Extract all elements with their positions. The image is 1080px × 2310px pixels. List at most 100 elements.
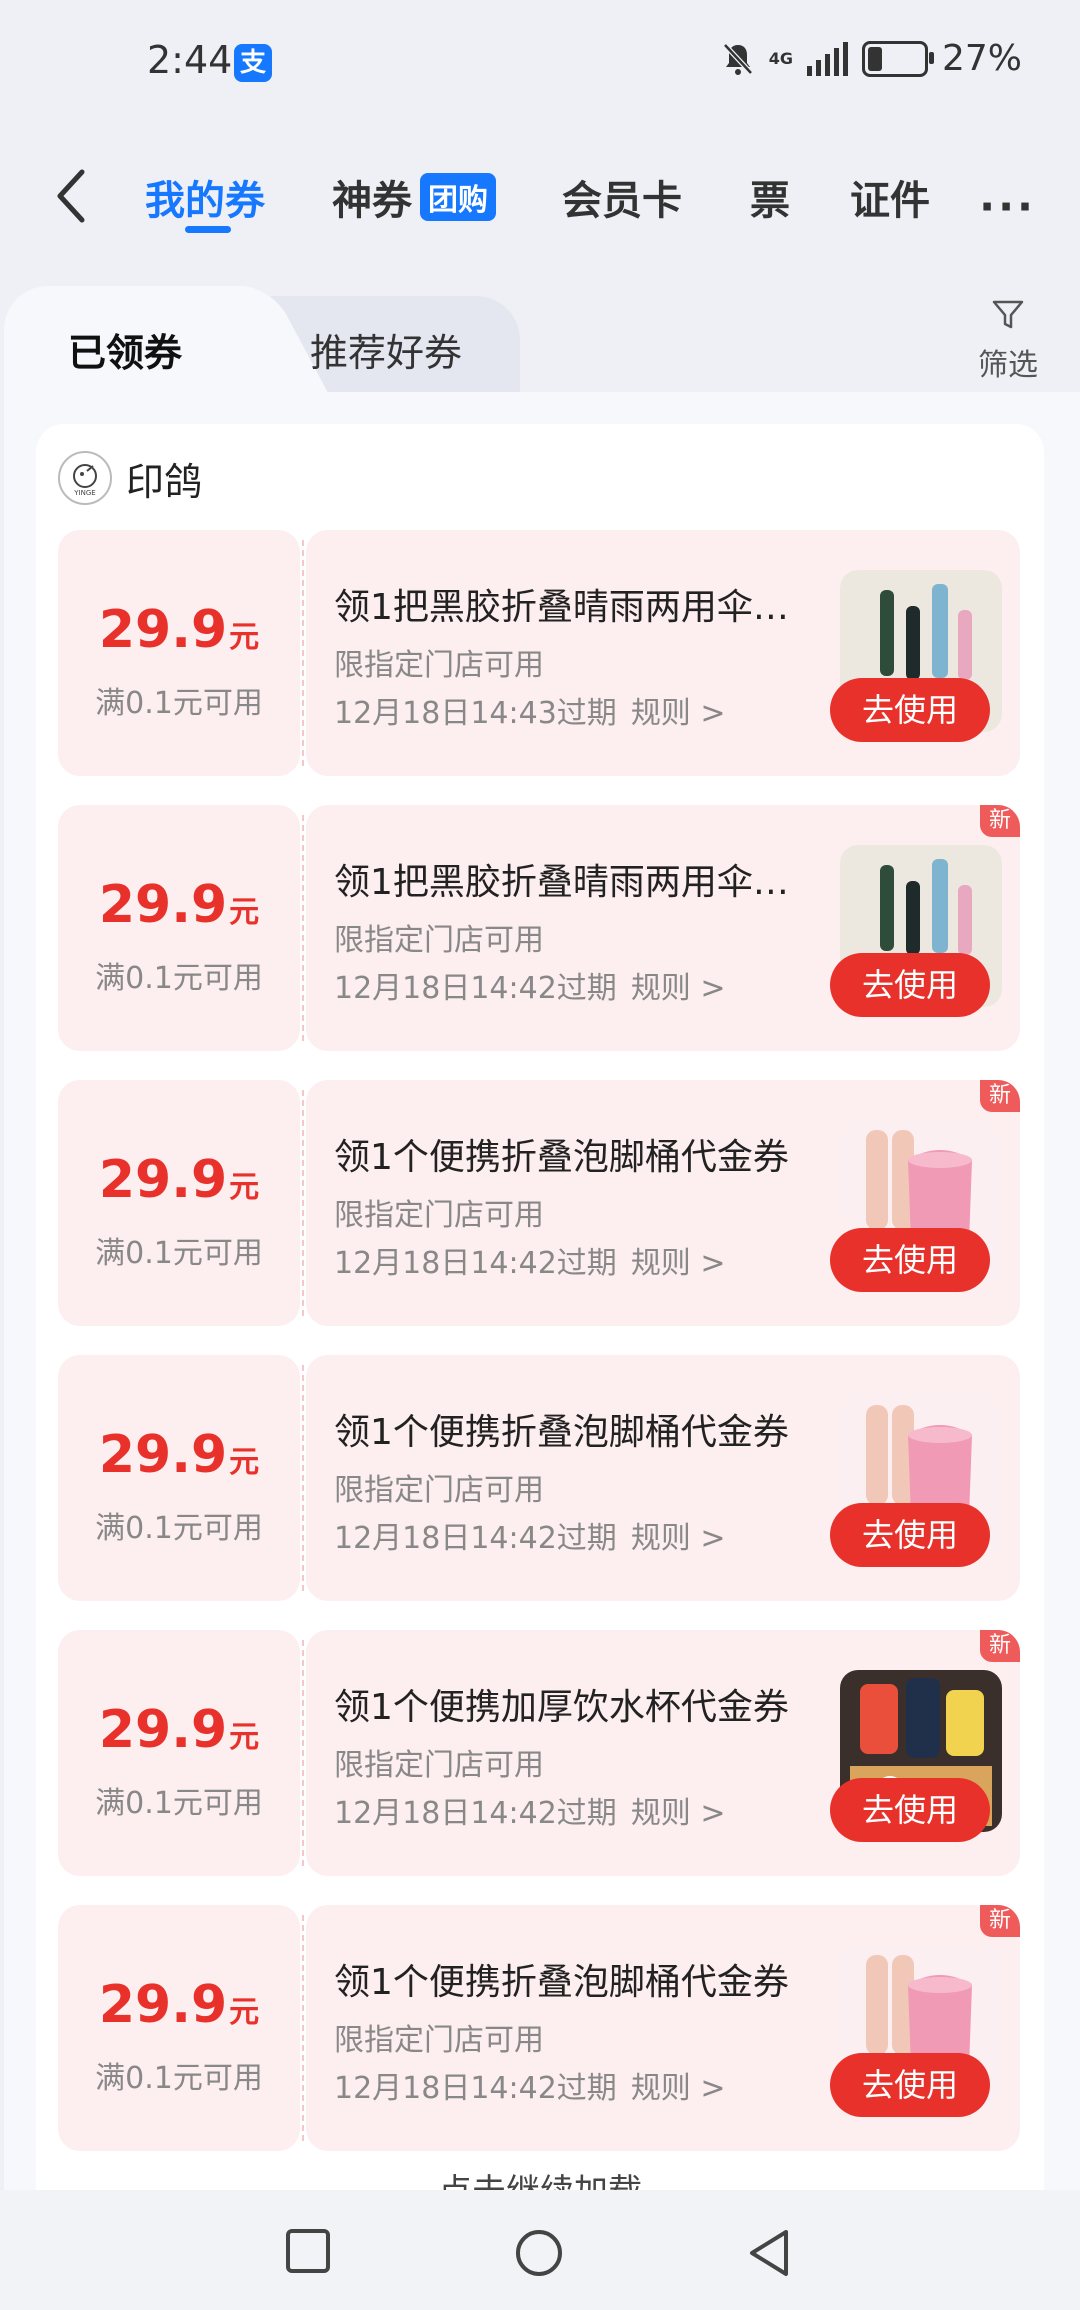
subtab-recommended[interactable]: 推荐好券 [310, 322, 462, 377]
coupon-rule-link[interactable]: 规则 > [631, 1796, 726, 1831]
coupon-expiry-time: 12月18日14:42过期 [334, 971, 617, 1006]
coupon-condition: 满0.1元可用 [95, 686, 263, 721]
status-time: 2:44 [147, 38, 233, 82]
coupon-rule-link[interactable]: 规则 > [631, 696, 726, 731]
filter-icon [992, 300, 1024, 329]
coupon-store-limit: 限指定门店可用 [334, 1473, 544, 1508]
coupon-title: 领1个便携加厚饮水杯代金券 [334, 1687, 789, 1728]
status-bar: 2:44 支 4G 27% [0, 0, 1080, 120]
coupon-amount-value: 29.9 [98, 1425, 228, 1485]
coupon-amount-value: 29.9 [98, 875, 228, 935]
coupon-condition: 满0.1元可用 [95, 961, 263, 996]
coupon-separator [302, 1640, 304, 1866]
coupon-detail-content: 领1个便携折叠泡脚桶代金券限指定门店可用 12月18日14:42过期 规则 > 去使用… [306, 1080, 1020, 1326]
coupon-condition: 满0.1元可用 [95, 2061, 263, 2096]
coupon-title: 领1把黑胶折叠晴雨两用伞代金券 [334, 862, 804, 903]
coupon-amount: 29.9元 [58, 600, 300, 660]
coupon-title: 领1个便携折叠泡脚桶代金券 [334, 1412, 789, 1453]
signal-icon [806, 41, 848, 76]
tab-super-coupons[interactable]: 神券 团购 [332, 168, 496, 226]
store-header[interactable]: YINGE 印鸽 [58, 448, 202, 508]
coupon-condition: 满0.1元可用 [95, 1236, 263, 1271]
coupon-expiry: 12月18日14:42过期 规则 > [334, 1788, 726, 1832]
coupon-separator [302, 815, 304, 1041]
coupon-separator [302, 1365, 304, 1591]
coupon-detail-content: 领1把黑胶折叠晴雨两用伞代金券限指定门店可用 12月18日14:42过期规则 > 去… [306, 805, 1020, 1051]
use-coupon-button[interactable]: 去使用 [830, 678, 990, 742]
coupon-amount-unit: 元 [229, 1445, 260, 1480]
coupon-amount-unit: 元 [229, 1170, 260, 1205]
home-icon[interactable] [514, 2228, 564, 2278]
coupon-expiry: 12月18日14:42过期 规则 > [334, 1238, 726, 1282]
coupon-condition: 满0.1元可用 [95, 1511, 263, 1546]
store-logo-icon: YINGE [58, 451, 112, 505]
coupon-store-limit: 限指定门店可用 [334, 1198, 544, 1233]
back-nav-icon[interactable] [746, 2228, 792, 2278]
filter-label: 筛选 [978, 348, 1038, 383]
tab-tickets[interactable]: 票 [750, 168, 790, 226]
coupon-amount: 29.9元 [58, 1425, 300, 1485]
coupon-detail-content: 领1个便携折叠泡脚桶代金券限指定门店可用 12月18日14:42过期 规则 > 去使用 [306, 1355, 1020, 1601]
coupon-detail-content: 领1个便携加厚饮水杯代金券限指定门店可用 12月18日14:42过期 规则 > 去使用… [306, 1630, 1020, 1876]
coupon-item[interactable]: 29.9元满0.1元可用 领1把黑胶折叠晴雨两用伞代金券限指定门店可用 12月18日… [58, 530, 1020, 776]
use-coupon-button[interactable]: 去使用 [830, 1228, 990, 1292]
network-type: 4G [768, 48, 793, 68]
coupon-expiry: 12月18日14:42过期 规则 > [334, 963, 726, 1007]
coupon-rule-link[interactable]: 规则 > [631, 2071, 726, 2106]
use-coupon-button[interactable]: 去使用 [830, 1503, 990, 1567]
coupon-expiry-time: 12月18日14:42过期 [334, 1521, 617, 1556]
coupon-rule-link[interactable]: 规则 > [631, 1246, 726, 1281]
coupon-amount: 29.9元 [58, 1150, 300, 1210]
new-badge: 新 [980, 805, 1020, 837]
coupon-rule-link[interactable]: 规则 > [631, 1521, 726, 1556]
coupon-amount-value: 29.9 [98, 600, 228, 660]
group-buy-badge: 团购 [420, 173, 496, 221]
coupon-expiry-time: 12月18日14:42过期 [334, 1246, 617, 1281]
system-navigation-bar [0, 2190, 1080, 2310]
subtab-received[interactable]: 已领券 [68, 322, 182, 377]
use-coupon-button[interactable]: 去使用 [830, 2053, 990, 2117]
coupon-amount-value: 29.9 [98, 1150, 228, 1210]
status-right-icons: 4G 27% [721, 38, 1022, 79]
coupon-title: 领1个便携折叠泡脚桶代金券 [334, 1962, 789, 2003]
coupon-expiry-time: 12月18日14:42过期 [334, 1796, 617, 1831]
coupon-rule-link[interactable]: 规则 > [631, 971, 726, 1006]
new-badge: 新 [980, 1905, 1020, 1937]
coupon-title: 领1个便携折叠泡脚桶代金券 [334, 1137, 789, 1178]
coupon-item[interactable]: 29.9元满0.1元可用 领1个便携折叠泡脚桶代金券限指定门店可用 12月18日14… [58, 1080, 1020, 1326]
coupon-item[interactable]: 29.9元满0.1元可用 领1个便携折叠泡脚桶代金券限指定门店可用 12月18日14… [58, 1355, 1020, 1601]
battery-icon [861, 40, 934, 77]
coupon-store-limit: 限指定门店可用 [334, 648, 544, 683]
filter-button[interactable]: 筛选 [968, 298, 1048, 384]
coupon-item[interactable]: 29.9元满0.1元可用 领1个便携加厚饮水杯代金券限指定门店可用 12月18日14… [58, 1630, 1020, 1876]
coupon-expiry: 12月18日14:43过期 规则 > [334, 688, 726, 732]
svg-text:YINGE: YINGE [73, 489, 95, 497]
coupon-amount: 29.9元 [58, 1700, 300, 1760]
coupon-subtabs: 已领券 推荐好券 筛选 [0, 282, 1080, 402]
coupon-store-limit: 限指定门店可用 [334, 2023, 544, 2058]
coupon-amount-unit: 元 [229, 1995, 260, 2030]
coupon-detail-content: 领1把黑胶折叠晴雨两用伞代金券限指定门店可用 12月18日14:43过期规则 > 去… [306, 530, 1020, 776]
coupon-separator [302, 1090, 304, 1316]
coupon-expiry-time: 12月18日14:42过期 [334, 2071, 617, 2106]
coupon-item[interactable]: 29.9元满0.1元可用 领1个便携折叠泡脚桶代金券限指定门店可用 12月18日14… [58, 1905, 1020, 2151]
use-coupon-button[interactable]: 去使用 [830, 953, 990, 1017]
more-options-icon[interactable]: ··· [979, 182, 1036, 231]
tab-super-coupons-label: 神券 [332, 178, 412, 224]
coupon-store-limit: 限指定门店可用 [334, 923, 544, 958]
coupon-list-card: YINGE 印鸽 29.9元满0.1元可用领1把黑胶折叠晴雨两用伞代金券限指定门… [36, 424, 1044, 2224]
tab-my-coupons[interactable]: 我的券 [145, 168, 265, 226]
tab-member-card[interactable]: 会员卡 [562, 168, 682, 226]
recent-apps-icon[interactable] [285, 2228, 331, 2274]
back-arrow-icon[interactable] [52, 166, 92, 226]
coupon-store-limit: 限指定门店可用 [334, 1748, 544, 1783]
coupon-amount: 29.9元 [58, 875, 300, 935]
coupon-amount-value: 29.9 [98, 1975, 228, 2035]
tab-documents[interactable]: 证件 [850, 168, 930, 226]
coupon-separator [302, 540, 304, 766]
coupon-separator [302, 1915, 304, 2141]
coupon-item[interactable]: 29.9元满0.1元可用 领1把黑胶折叠晴雨两用伞代金券限指定门店可用 12月18日… [58, 805, 1020, 1051]
use-coupon-button[interactable]: 去使用 [830, 1778, 990, 1842]
coupon-condition: 满0.1元可用 [95, 1786, 263, 1821]
new-badge: 新 [980, 1630, 1020, 1662]
